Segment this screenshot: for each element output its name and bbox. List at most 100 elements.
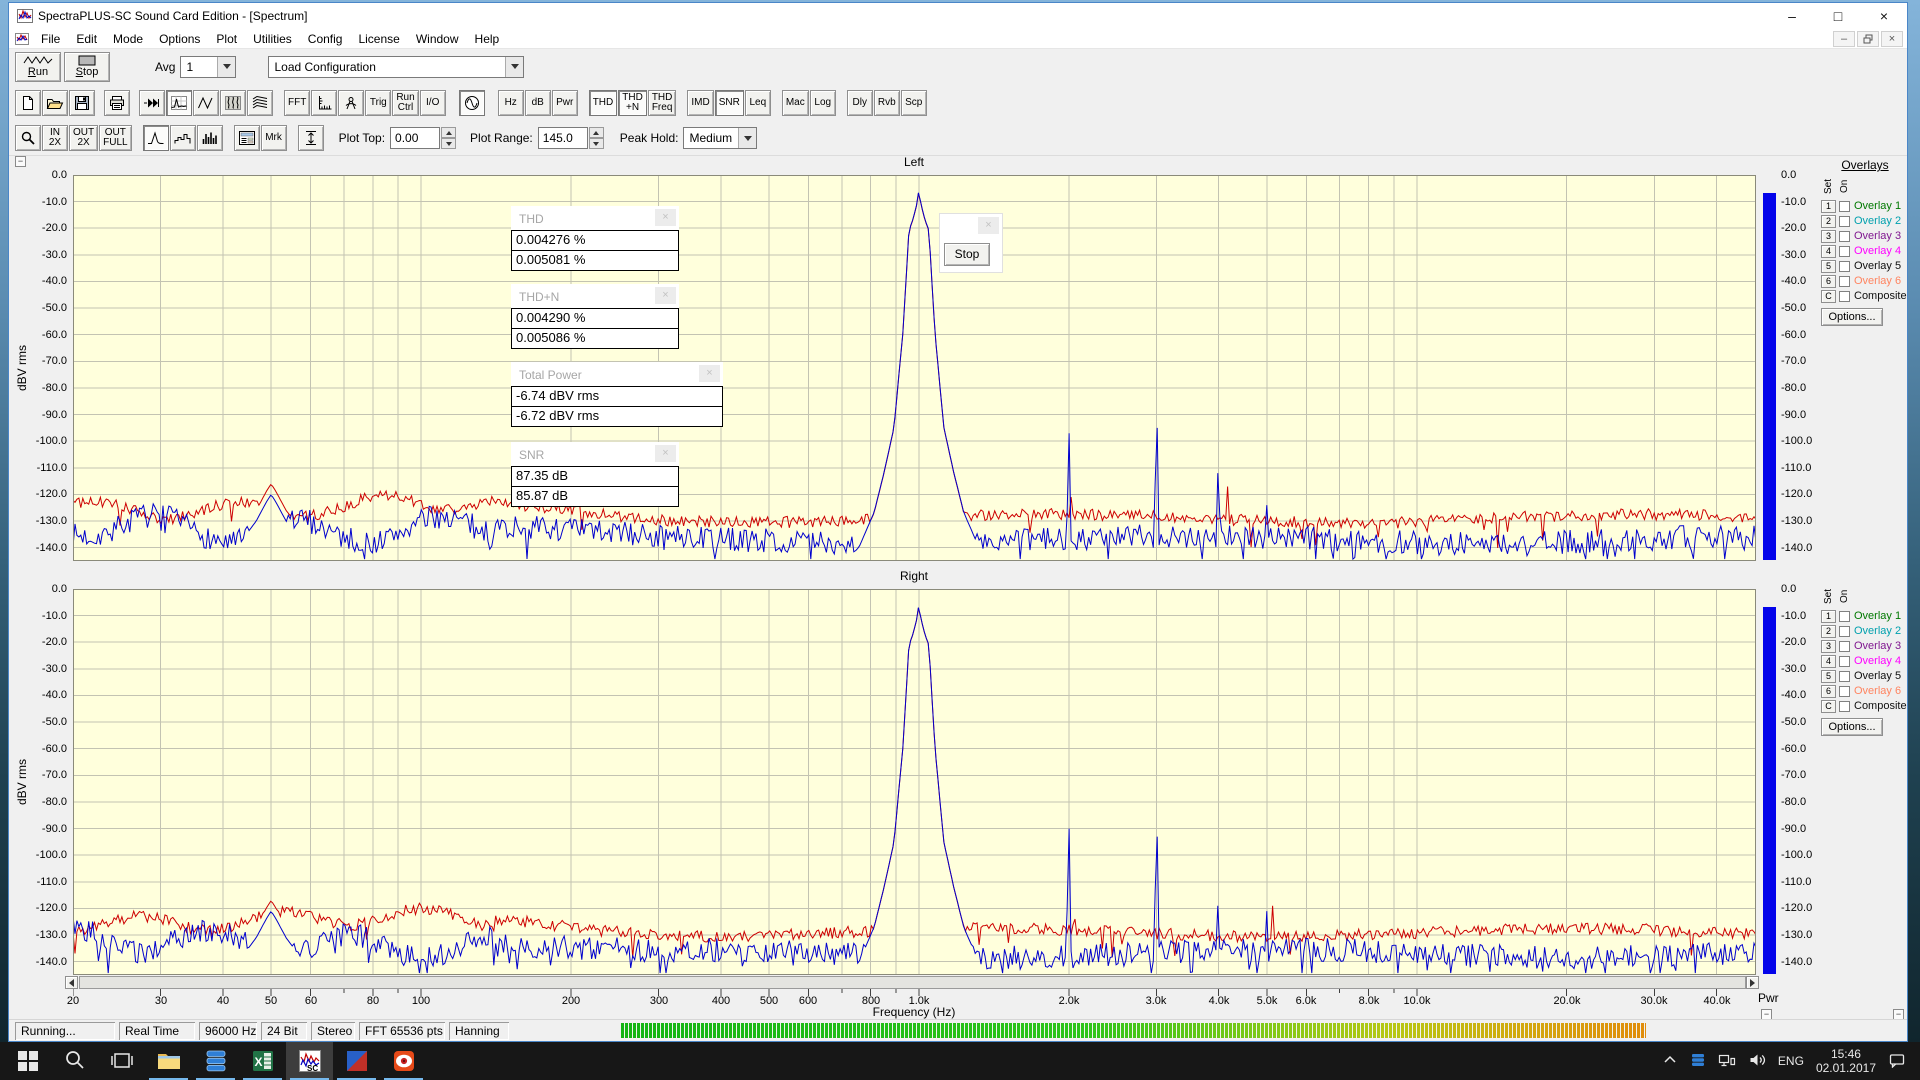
scrollbar-thumb[interactable] xyxy=(79,976,1746,989)
overlay-2-on-checkbox[interactable] xyxy=(1839,626,1850,637)
leq-button[interactable]: Leq xyxy=(745,90,771,116)
step-plot-style-button[interactable] xyxy=(170,125,196,151)
close-button[interactable]: × xyxy=(1861,3,1907,29)
overlay-4-on-checkbox[interactable] xyxy=(1839,656,1850,667)
tray-database-icon[interactable] xyxy=(1690,1052,1706,1071)
mdi-close-button[interactable]: × xyxy=(1881,31,1903,47)
overlay-1-on-checkbox[interactable] xyxy=(1839,611,1850,622)
menu-mode[interactable]: Mode xyxy=(105,31,151,47)
frequency-units-button[interactable]: Hz xyxy=(498,90,524,116)
zoom-out-full-button[interactable]: OUT FULL xyxy=(99,125,131,151)
zoom-in-2x-button[interactable]: IN 2X xyxy=(42,125,68,151)
io-device-button[interactable]: I/O xyxy=(420,90,446,116)
bar-plot-style-button[interactable] xyxy=(197,125,223,151)
tray-language[interactable]: ENG xyxy=(1778,1054,1804,1068)
avg-dropdown-icon[interactable] xyxy=(217,57,235,77)
menu-plot[interactable]: Plot xyxy=(208,31,245,47)
overlays-options-button-left[interactable]: Options... xyxy=(1821,308,1883,326)
taskbar-database-stack-button[interactable] xyxy=(192,1042,239,1080)
delay-button[interactable]: Dly xyxy=(847,90,873,116)
overlay-3-set-button[interactable]: 3 xyxy=(1821,640,1836,653)
taskbar-file-explorer-button[interactable] xyxy=(145,1042,192,1080)
menu-file[interactable]: File xyxy=(33,31,68,47)
plot-top-input[interactable]: 0.00 xyxy=(390,127,440,149)
tray-clock[interactable]: 15:46 02.01.2017 xyxy=(1816,1047,1876,1075)
taskbar-irfanview-button[interactable] xyxy=(380,1042,427,1080)
overlay-1-set-button[interactable]: 1 xyxy=(1821,200,1836,213)
overlay-1-set-button[interactable]: 1 xyxy=(1821,610,1836,623)
overlay-C-on-checkbox[interactable] xyxy=(1839,701,1850,712)
overlay-6-on-checkbox[interactable] xyxy=(1839,686,1850,697)
plot-range-input[interactable]: 145.0 xyxy=(538,127,588,149)
thd-n-panel-close-icon[interactable]: × xyxy=(655,287,676,304)
tray-speaker-icon[interactable] xyxy=(1748,1052,1766,1071)
overlays-options-button-right[interactable]: Options... xyxy=(1821,718,1883,736)
menu-utilities[interactable]: Utilities xyxy=(245,31,300,47)
overlay-4-set-button[interactable]: 4 xyxy=(1821,655,1836,668)
minimize-button[interactable]: – xyxy=(1769,3,1815,29)
overlay-4-set-button[interactable]: 4 xyxy=(1821,245,1836,258)
scroll-left-button[interactable] xyxy=(65,976,78,989)
thd-panel-close-icon[interactable]: × xyxy=(655,209,676,226)
reverb-button[interactable]: Rvb xyxy=(874,90,900,116)
right-spectrum-plot[interactable] xyxy=(73,589,1756,975)
scaling-button[interactable] xyxy=(311,90,337,116)
print-button[interactable] xyxy=(104,90,130,116)
mdi-restore-button[interactable] xyxy=(1857,31,1879,47)
thd-button[interactable]: THD xyxy=(589,90,618,116)
overlay-4-on-checkbox[interactable] xyxy=(1839,246,1850,257)
configuration-select[interactable]: Load Configuration xyxy=(268,56,524,78)
run-control-button[interactable]: Run Ctrl xyxy=(392,90,418,116)
thd-n-button[interactable]: THD +N xyxy=(618,90,647,116)
tray-action-center-icon[interactable] xyxy=(1888,1052,1906,1071)
menu-edit[interactable]: Edit xyxy=(68,31,105,47)
calibration-button[interactable] xyxy=(338,90,364,116)
snr-button[interactable]: SNR xyxy=(715,90,744,116)
menu-license[interactable]: License xyxy=(350,31,407,47)
snr-panel-close-icon[interactable]: × xyxy=(655,445,676,462)
taskbar-excel-button[interactable]: X xyxy=(239,1042,286,1080)
menu-options[interactable]: Options xyxy=(151,31,208,47)
tray-chevron-up-icon[interactable] xyxy=(1662,1053,1678,1070)
mdi-minimize-button[interactable]: – xyxy=(1833,31,1855,47)
peak-hold-dropdown-icon[interactable] xyxy=(738,128,756,148)
maximize-button[interactable]: □ xyxy=(1815,3,1861,29)
menu-config[interactable]: Config xyxy=(300,31,351,47)
total-power-button[interactable]: Pwr xyxy=(552,90,578,116)
macro-button[interactable]: Mac xyxy=(782,90,809,116)
stop-button[interactable]: Stop xyxy=(64,52,110,82)
fast-forward-button[interactable] xyxy=(139,90,165,116)
save-file-button[interactable] xyxy=(69,90,95,116)
overlay-1-on-checkbox[interactable] xyxy=(1839,201,1850,212)
overlay-3-on-checkbox[interactable] xyxy=(1839,641,1850,652)
plot-range-spinner[interactable] xyxy=(589,127,604,149)
overlay-2-on-checkbox[interactable] xyxy=(1839,216,1850,227)
overlay-6-set-button[interactable]: 6 xyxy=(1821,685,1836,698)
plot-details-button[interactable] xyxy=(234,125,260,151)
taskbar-windows-start-button[interactable] xyxy=(4,1042,51,1080)
overlay-5-set-button[interactable]: 5 xyxy=(1821,260,1836,273)
surface-view-button[interactable] xyxy=(247,90,273,116)
title-bar[interactable]: SpectraPLUS-SC Sound Card Edition - [Spe… xyxy=(9,3,1907,29)
overlay-5-on-checkbox[interactable] xyxy=(1839,261,1850,272)
zoom-out-2x-button[interactable]: OUT 2X xyxy=(69,125,98,151)
left-spectrum-plot[interactable] xyxy=(73,175,1756,561)
new-file-button[interactable] xyxy=(15,90,41,116)
overlay-2-set-button[interactable]: 2 xyxy=(1821,215,1836,228)
overlay-5-on-checkbox[interactable] xyxy=(1839,671,1850,682)
imd-button[interactable]: IMD xyxy=(687,90,713,116)
total-power-panel-close-icon[interactable]: × xyxy=(699,365,720,382)
fft-settings-button[interactable]: FFT xyxy=(284,90,310,116)
overlay-6-set-button[interactable]: 6 xyxy=(1821,275,1836,288)
overlay-C-on-checkbox[interactable] xyxy=(1839,291,1850,302)
trigger-button[interactable]: Trig xyxy=(365,90,391,116)
taskbar-task-view-button[interactable] xyxy=(98,1042,145,1080)
spectrum-view-button[interactable] xyxy=(166,90,192,116)
peak-hold-select[interactable]: Medium xyxy=(683,127,757,149)
open-file-button[interactable] xyxy=(42,90,68,116)
overlay-2-set-button[interactable]: 2 xyxy=(1821,625,1836,638)
overlay-C-set-button[interactable]: C xyxy=(1821,700,1836,713)
taskbar-photos-app-button[interactable] xyxy=(333,1042,380,1080)
time-series-view-button[interactable] xyxy=(193,90,219,116)
scroll-right-button[interactable] xyxy=(1746,976,1759,989)
